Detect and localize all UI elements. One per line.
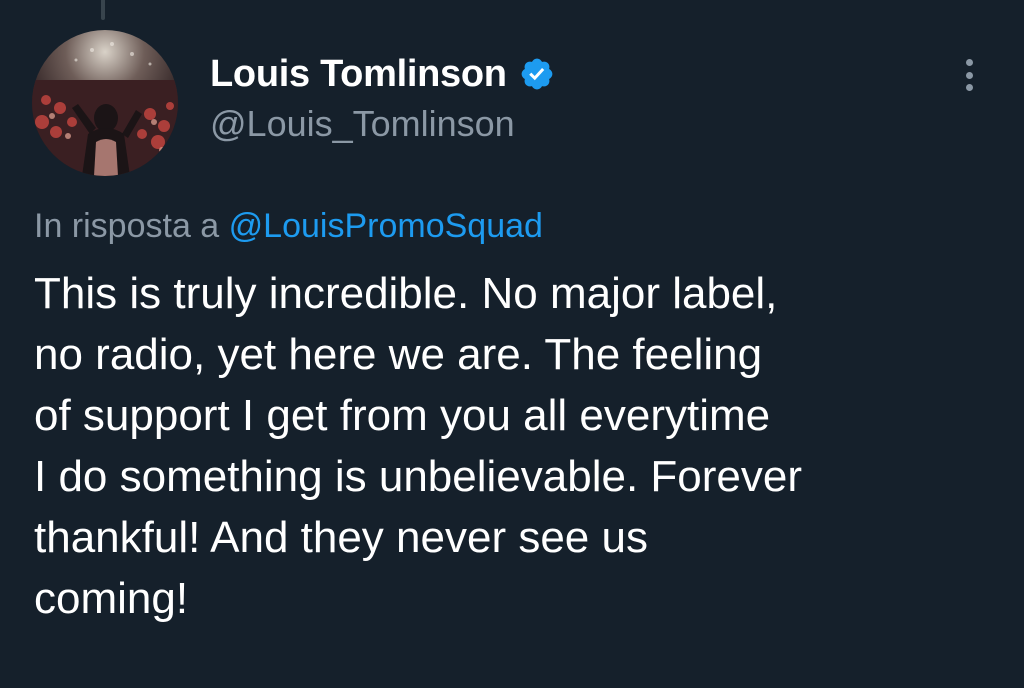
tweet-text-line: thankful! And they never see us [34,513,648,562]
verified-badge-icon [521,58,553,90]
more-options-icon-dot [965,84,973,91]
avatar[interactable] [32,30,178,176]
tweet-text-line: This is truly incredible. No major label… [34,269,778,318]
more-options-icon [965,59,973,66]
reply-context: In risposta a @LouisPromoSquad [34,207,543,246]
author-name-row[interactable]: Louis Tomlinson [210,50,555,98]
more-options-icon-dot [965,71,973,79]
reply-prefix: In risposta a [34,207,220,245]
tweet-text: This is truly incredible. No major label… [34,263,994,629]
tweet-text-line: no radio, yet here we are. The feeling [34,330,763,379]
tweet-text-line: of support I get from you all everytime [34,391,771,440]
reply-mention-link[interactable]: @LouisPromoSquad [229,207,543,245]
avatar-concert-photo [32,30,178,176]
thread-connector-line [101,0,105,20]
tweet-text-line: I do something is unbelievable. Forever [34,452,802,501]
author-handle[interactable]: @Louis_Tomlinson [210,103,515,145]
author-display-name[interactable]: Louis Tomlinson [210,53,507,96]
more-options-button[interactable] [955,55,983,95]
tweet-text-line: coming! [34,574,189,623]
tweet: Louis Tomlinson @Louis_Tomlinson In risp… [0,0,1024,688]
